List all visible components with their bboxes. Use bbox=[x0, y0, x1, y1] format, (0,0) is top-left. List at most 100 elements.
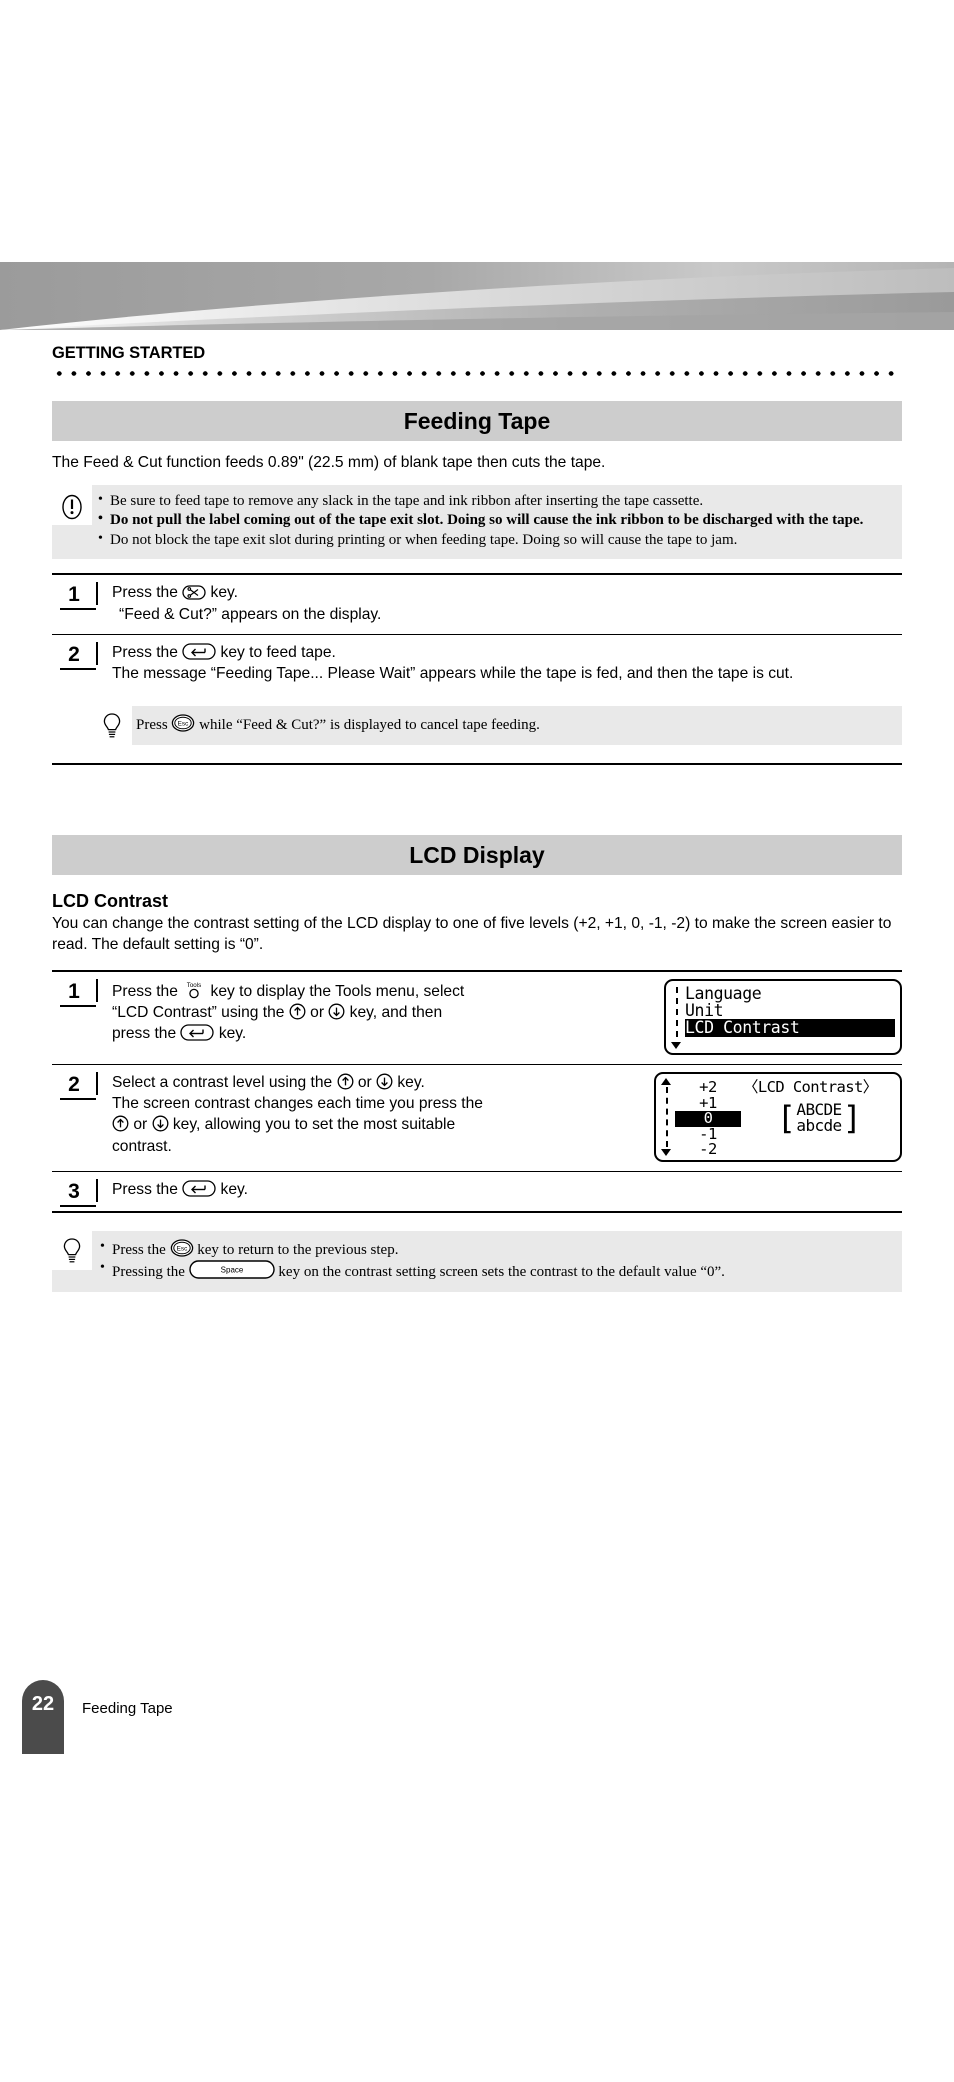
lcd-menu-item: Language bbox=[685, 984, 762, 1004]
tip-text-post: key on the contrast setting screen sets … bbox=[274, 1264, 725, 1281]
step-text-pre: “LCD Contrast” using the bbox=[112, 1004, 289, 1022]
scroll-up-arrow-icon bbox=[661, 1078, 671, 1086]
tip-text-post: while “Feed & Cut?” is displayed to canc… bbox=[195, 717, 540, 734]
step-line: press the key. bbox=[112, 1023, 654, 1044]
lcd-menu-item-selected: LCD Contrast bbox=[685, 1019, 895, 1037]
step-text-pre: press the bbox=[112, 1025, 181, 1043]
lcd-scroll-indicator bbox=[661, 1078, 673, 1157]
step-line: Select a contrast level using the or key… bbox=[112, 1072, 644, 1093]
svg-text:Tools: Tools bbox=[187, 982, 201, 989]
step-text-mid: or bbox=[305, 1004, 329, 1022]
dotted-rule bbox=[52, 370, 902, 377]
caution-list: Be sure to feed tape to remove any slack… bbox=[94, 491, 892, 551]
tip-box-lcd: Press the Esc key to return to the previ… bbox=[52, 1231, 902, 1293]
step-line: or key, allowing you to set the most sui… bbox=[112, 1114, 644, 1135]
feed-cut-key-icon[interactable] bbox=[182, 585, 206, 601]
tools-key-icon[interactable]: Tools bbox=[182, 979, 206, 999]
caution-note-box: Be sure to feed tape to remove any slack… bbox=[52, 484, 902, 560]
step-2: 2 Press the key to feed tape. The messag… bbox=[52, 635, 902, 693]
tip-text-pre: Pressing the bbox=[112, 1264, 189, 1281]
tip-text-post: key to return to the previous step. bbox=[193, 1242, 399, 1259]
step-text-post: key. bbox=[214, 1025, 247, 1043]
enter-key-icon[interactable] bbox=[182, 643, 216, 660]
step-text: Press the key. bbox=[112, 1179, 902, 1200]
up-arrow-key-icon[interactable] bbox=[112, 1115, 129, 1132]
tip-box-feeding: Press Esc while “Feed & Cut?” is display… bbox=[92, 706, 902, 746]
tip-line: Press Esc while “Feed & Cut?” is display… bbox=[136, 714, 892, 735]
step-line: “Feed & Cut?” appears on the display. bbox=[119, 605, 382, 623]
caution-item: Do not block the tape exit slot during p… bbox=[98, 530, 892, 551]
lcd-contrast-title: 〈LCD Contrast〉 bbox=[743, 1078, 878, 1097]
svg-text:Esc: Esc bbox=[178, 721, 189, 728]
subheading-lcd-contrast: LCD Contrast bbox=[52, 891, 168, 912]
contrast-level: -2 bbox=[699, 1140, 717, 1159]
space-key-icon[interactable]: Space bbox=[188, 1260, 275, 1279]
step-text: Press the key to feed tape. The message … bbox=[112, 642, 902, 684]
step-text-pre: Select a contrast level using the bbox=[112, 1074, 337, 1092]
lcd-screen-tools-menu: Language Unit LCD Contrast bbox=[664, 979, 902, 1056]
up-arrow-key-icon[interactable] bbox=[289, 1003, 306, 1020]
step-text-pre: Press the bbox=[112, 1181, 183, 1199]
step-number: 1 bbox=[52, 979, 98, 1008]
bracket-left: [ bbox=[776, 1098, 796, 1137]
tip-body: Press Esc while “Feed & Cut?” is display… bbox=[132, 706, 902, 745]
up-arrow-key-icon[interactable] bbox=[337, 1073, 354, 1090]
lcd-contrast-intro: You can change the contrast setting of t… bbox=[52, 915, 892, 954]
step-line: Press the key. bbox=[112, 582, 902, 603]
lcd-contrast-levels: +2 +1 0 -1 -2 bbox=[675, 1078, 741, 1159]
step-text-post: key. bbox=[216, 1181, 248, 1199]
down-arrow-key-icon[interactable] bbox=[376, 1073, 393, 1090]
caution-item: Do not pull the label coming out of the … bbox=[98, 510, 892, 531]
enter-key-icon[interactable] bbox=[182, 1180, 216, 1197]
step-text-pre: Press the bbox=[112, 983, 183, 1001]
svg-text:Space: Space bbox=[220, 1266, 243, 1275]
caution-icon-cell bbox=[52, 484, 92, 525]
step-text-post: key, allowing you to set the most suitab… bbox=[168, 1116, 456, 1134]
lcd-contrast-wrap: +2 +1 0 -1 -2 〈LCD Contrast〉 [ABCDE abc… bbox=[654, 1072, 902, 1163]
tip-text-pre: Press the bbox=[112, 1242, 170, 1259]
enter-key-icon[interactable] bbox=[180, 1024, 215, 1042]
feeding-tape-intro: The Feed & Cut function feeds 0.89" (22.… bbox=[52, 454, 606, 471]
step-text-pre: Press the bbox=[112, 584, 183, 602]
step-text-mid: or bbox=[129, 1116, 152, 1134]
step-line: Press the Tools key to display the Tools… bbox=[112, 979, 654, 1002]
step-number: 1 bbox=[52, 582, 98, 611]
step-rule-bottom bbox=[52, 1211, 902, 1214]
banner-graphic bbox=[0, 262, 954, 330]
footer-section-label: Feeding Tape bbox=[82, 1700, 173, 1717]
lcd-step-3: 3 Press the key. bbox=[52, 1172, 902, 1211]
step-text: Press the Tools key to display the Tools… bbox=[112, 979, 654, 1045]
step-text: Press the key. “Feed & Cut?” appears on … bbox=[112, 582, 902, 624]
step-text-post: key to feed tape. bbox=[216, 643, 336, 661]
lcd-menu-items: Language Unit LCD Contrast bbox=[683, 985, 895, 1049]
decorative-header-banner bbox=[0, 262, 954, 330]
feeding-tape-steps: 1 Press the key. “Feed & Cut?” appears o… bbox=[52, 573, 902, 693]
caution-item: Be sure to feed tape to remove any slack… bbox=[98, 491, 892, 512]
step-number: 2 bbox=[52, 1072, 98, 1101]
down-arrow-key-icon[interactable] bbox=[152, 1115, 169, 1132]
caution-note-body: Be sure to feed tape to remove any slack… bbox=[92, 485, 902, 560]
down-arrow-key-icon[interactable] bbox=[328, 1003, 345, 1020]
step-line: “LCD Contrast” using the or key, and the… bbox=[112, 1002, 654, 1023]
step-text-mid: or bbox=[353, 1074, 377, 1092]
scroll-down-arrow-icon bbox=[661, 1149, 671, 1157]
step-line: Press the key to feed tape. bbox=[112, 642, 902, 663]
step-line: The screen contrast changes each time yo… bbox=[112, 1095, 483, 1113]
sample-lowercase: abcde bbox=[796, 1115, 842, 1135]
scroll-down-arrow-icon bbox=[671, 1042, 681, 1050]
tip-body: Press the Esc key to return to the previ… bbox=[92, 1231, 902, 1292]
lcd-step-1: 1 Press the Tools key to display the Too… bbox=[52, 972, 902, 1064]
step-text-post: key, and then bbox=[345, 1004, 443, 1022]
lightbulb-icon bbox=[62, 1237, 82, 1270]
step-text-post: key. bbox=[206, 584, 238, 602]
lcd-step-2: 2 Select a contrast level using the or k… bbox=[52, 1065, 902, 1171]
step-text-post: key to display the Tools menu, select bbox=[206, 983, 465, 1001]
tip-icon-cell bbox=[92, 706, 132, 746]
esc-key-icon[interactable]: Esc bbox=[171, 714, 195, 732]
step-text: Select a contrast level using the or key… bbox=[112, 1072, 644, 1157]
lightbulb-icon bbox=[102, 712, 122, 745]
esc-key-icon[interactable]: Esc bbox=[170, 1239, 194, 1257]
running-head: GETTING STARTED bbox=[52, 344, 206, 362]
section-title-lcd-display: LCD Display bbox=[52, 835, 902, 876]
